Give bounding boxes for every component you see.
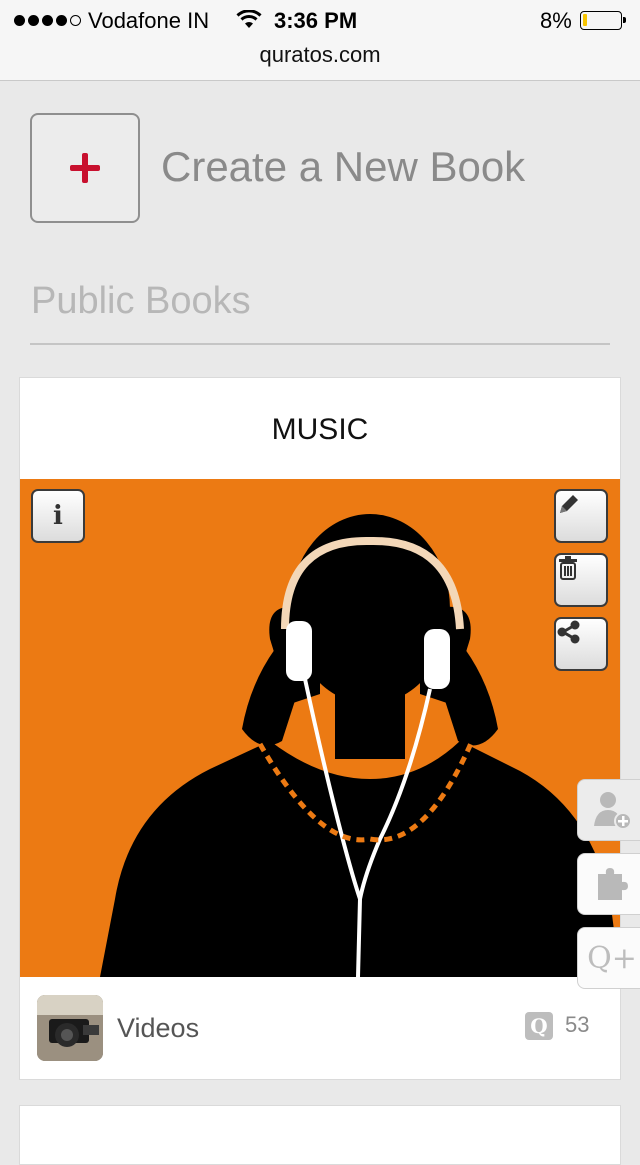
section-title: Public Books <box>31 280 251 322</box>
add-user-icon <box>594 792 632 830</box>
battery-percent: 8% <box>540 8 572 33</box>
videos-thumbnail[interactable] <box>37 995 103 1061</box>
edit-button[interactable] <box>554 489 608 543</box>
puzzle-icon <box>598 868 628 900</box>
trash-icon <box>559 556 577 580</box>
qplus-icon: Q+ <box>587 940 637 976</box>
create-book-label[interactable]: Create a New Book <box>161 143 525 191</box>
add-user-tab[interactable] <box>577 779 640 841</box>
section-divider <box>30 343 610 345</box>
share-button[interactable] <box>554 617 608 671</box>
carrier-name: Vodafone IN <box>88 8 210 33</box>
pencil-icon <box>560 495 578 513</box>
q-badge-icon: Q <box>525 1012 553 1040</box>
quratos-plus-tab[interactable]: Q+ <box>577 927 640 989</box>
info-button[interactable]: i <box>31 489 85 543</box>
battery-icon <box>580 11 626 30</box>
share-icon <box>557 620 580 644</box>
delete-button[interactable] <box>554 553 608 607</box>
book-title[interactable]: MUSIC <box>20 413 620 447</box>
videos-label[interactable]: Videos <box>117 1013 199 1044</box>
headphones-silhouette-illustration <box>20 479 620 977</box>
clock: 3:36 PM <box>274 8 358 33</box>
book-card[interactable]: MUSIC i Videos Q 53 <box>19 377 621 1080</box>
signal-strength-icon <box>14 15 81 26</box>
status-bar: Vodafone IN 3:36 PM 8% quratos.com <box>0 0 640 81</box>
info-icon: i <box>53 501 63 531</box>
next-book-card[interactable] <box>19 1105 621 1165</box>
item-count: 53 <box>565 1012 590 1037</box>
book-cover-image[interactable]: i <box>20 479 620 977</box>
plus-icon <box>70 153 100 183</box>
create-book-button[interactable] <box>30 113 140 223</box>
address-bar-url[interactable]: quratos.com <box>0 42 640 68</box>
puzzle-tab[interactable] <box>577 853 640 915</box>
wifi-icon <box>236 9 262 36</box>
